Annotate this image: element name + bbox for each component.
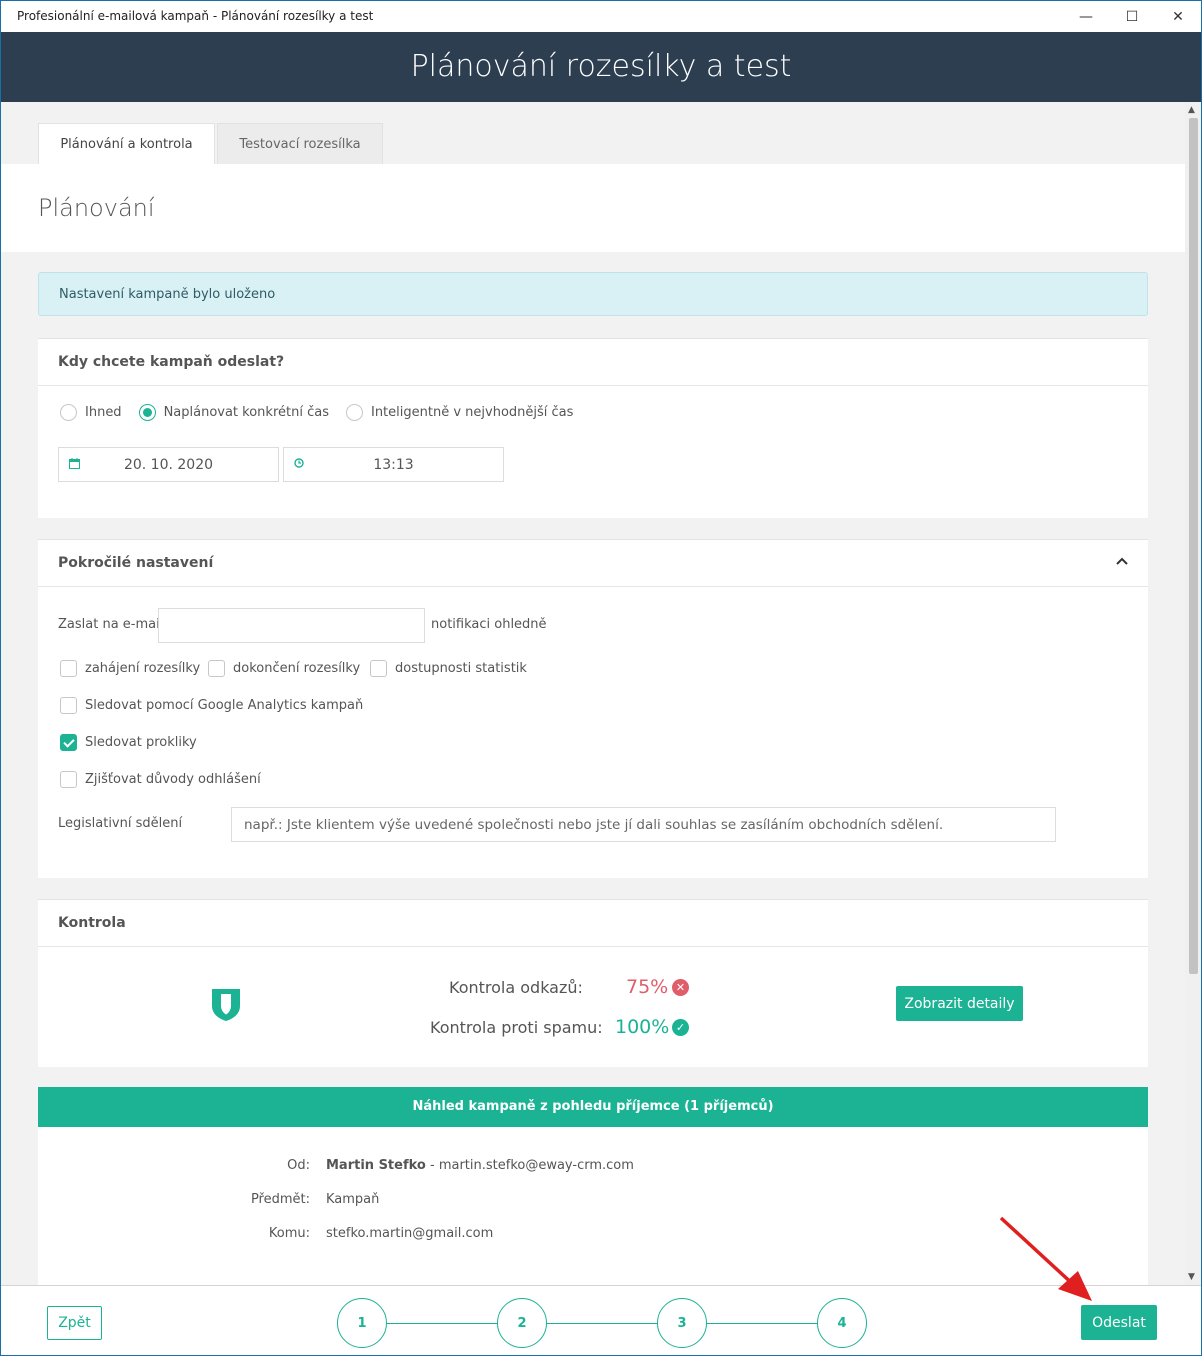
radio-smart-time-label: Inteligentně v nejvhodnější čas <box>370 405 574 420</box>
checkbox-google-analytics[interactable]: Sledovat pomocí Google Analytics kampaň <box>60 697 363 714</box>
legal-notice-input[interactable]: např.: Jste klientem výše uvedené společ… <box>231 807 1056 842</box>
checkbox-unsub-reasons-box[interactable] <box>60 771 77 788</box>
radio-specific-time-label: Naplánovat konkrétní čas <box>163 405 329 420</box>
radio-smart-time[interactable]: Inteligentně v nejvhodnější čas <box>345 404 574 421</box>
advanced-heading-label: Pokročilé nastavení <box>58 555 214 571</box>
checkbox-unsub-reasons-label: Zjišťovat důvody odhlášení <box>85 772 261 787</box>
radio-immediately[interactable]: Ihned <box>60 404 122 421</box>
advanced-heading[interactable]: Pokročilé nastavení <box>38 540 1148 587</box>
error-icon: ✕ <box>672 979 689 996</box>
date-input[interactable]: 20. 10. 2020 <box>58 447 279 482</box>
from-value: Martin Stefko - martin.stefko@eway-crm.c… <box>326 1158 634 1173</box>
radio-smart-time-circle[interactable] <box>345 404 363 421</box>
checkbox-track-clicks-label: Sledovat prokliky <box>85 735 197 750</box>
checkbox-stats-available-box[interactable] <box>370 660 387 677</box>
link-check-label: Kontrola odkazů: <box>449 978 583 997</box>
step-connector <box>546 1323 658 1324</box>
step-1[interactable]: 1 <box>337 1298 387 1348</box>
page-heading-area: Plánování <box>1 164 1185 252</box>
radio-specific-time[interactable]: Naplánovat konkrétní čas <box>138 404 329 421</box>
tab-test-send[interactable]: Testovací rozesílka <box>217 123 383 164</box>
header-title: Plánování rozesílky a test <box>410 49 792 84</box>
vertical-scrollbar[interactable]: ▲ ▼ <box>1185 102 1201 1285</box>
back-button[interactable]: Zpět <box>47 1306 102 1340</box>
link-check-value: 75% <box>626 976 669 998</box>
checkbox-send-start-label: zahájení rozesílky <box>85 661 201 676</box>
step-connector <box>706 1323 818 1324</box>
step-3[interactable]: 3 <box>657 1298 707 1348</box>
legal-notice-label: Legislativní sdělení <box>58 816 183 831</box>
check-heading: Kontrola <box>38 900 1148 947</box>
time-input[interactable]: 13:13 <box>283 447 504 482</box>
spam-check-label: Kontrola proti spamu: <box>430 1018 603 1037</box>
step-4[interactable]: 4 <box>817 1298 867 1348</box>
send-button[interactable]: Odeslat <box>1081 1305 1157 1340</box>
preview-panel: Od: Martin Stefko - martin.stefko@eway-c… <box>38 1127 1148 1285</box>
checkbox-send-finish[interactable]: dokončení rozesílky <box>208 660 360 677</box>
checkbox-unsub-reasons[interactable]: Zjišťovat důvody odhlášení <box>60 771 261 788</box>
schedule-options: Ihned Naplánovat konkrétní čas Inteligen… <box>60 404 590 421</box>
checkbox-google-analytics-box[interactable] <box>60 697 77 714</box>
window-title: Profesionální e-mailová kampaň - Plánová… <box>17 9 374 23</box>
step-2[interactable]: 2 <box>497 1298 547 1348</box>
check-panel: Kontrola Kontrola odkazů: 75% ✕ Kontrola… <box>38 899 1148 1067</box>
from-email: - martin.stefko@eway-crm.com <box>425 1158 634 1173</box>
close-button[interactable]: ✕ <box>1155 1 1201 32</box>
date-value: 20. 10. 2020 <box>123 457 214 473</box>
shield-icon <box>211 988 241 1026</box>
check-circle-icon: ✓ <box>672 1019 689 1036</box>
main-content: Plánování a kontrola Testovací rozesílka… <box>1 102 1185 1285</box>
schedule-heading: Kdy chcete kampaň odeslat? <box>38 339 1148 386</box>
scrollbar-thumb[interactable] <box>1189 118 1198 974</box>
email-prefix-label: Zaslat na e-mail <box>58 617 164 632</box>
minimize-button[interactable]: — <box>1063 1 1109 32</box>
checkbox-track-clicks-box[interactable] <box>60 734 77 751</box>
from-name: Martin Stefko <box>326 1158 426 1173</box>
app-window: Profesionální e-mailová kampaň - Plánová… <box>0 0 1202 1356</box>
preview-heading: Náhled kampaně z pohledu příjemce (1 pří… <box>38 1087 1148 1127</box>
radio-immediately-circle[interactable] <box>60 404 77 421</box>
to-label: Komu: <box>268 1226 310 1241</box>
scroll-up-icon[interactable]: ▲ <box>1188 105 1195 115</box>
checkbox-track-clicks[interactable]: Sledovat prokliky <box>60 734 197 751</box>
show-details-button[interactable]: Zobrazit detaily <box>896 986 1023 1021</box>
checkbox-google-analytics-label: Sledovat pomocí Google Analytics kampaň <box>85 698 364 713</box>
tab-bar: Plánování a kontrola Testovací rozesílka <box>1 102 1185 164</box>
from-label: Od: <box>287 1158 310 1173</box>
checkbox-send-finish-label: dokončení rozesílky <box>233 661 361 676</box>
subject-value: Kampaň <box>326 1192 380 1207</box>
checkbox-send-finish-box[interactable] <box>208 660 225 677</box>
step-connector <box>386 1323 498 1324</box>
spam-check-value: 100% <box>615 1016 670 1038</box>
annotation-arrow <box>999 1216 1092 1301</box>
notification-email-input[interactable] <box>158 608 425 643</box>
scroll-down-icon[interactable]: ▼ <box>1188 1272 1195 1282</box>
saved-alert: Nastavení kampaně bylo uloženo <box>38 272 1148 316</box>
title-bar: Profesionální e-mailová kampaň - Plánová… <box>1 1 1201 32</box>
time-value: 13:13 <box>373 457 414 473</box>
tab-planning-and-check[interactable]: Plánování a kontrola <box>38 123 215 164</box>
maximize-button[interactable]: ☐ <box>1109 1 1155 32</box>
advanced-panel: Pokročilé nastavení Zaslat na e-mail not… <box>38 539 1148 878</box>
page-title: Plánování <box>38 194 155 222</box>
email-suffix-label: notifikaci ohledně <box>431 617 547 632</box>
subject-label: Předmět: <box>250 1192 310 1207</box>
radio-specific-time-circle[interactable] <box>138 404 156 421</box>
schedule-panel: Kdy chcete kampaň odeslat? Ihned Napláno… <box>38 338 1148 518</box>
checkbox-stats-available[interactable]: dostupnosti statistik <box>370 660 527 677</box>
checkbox-send-start[interactable]: zahájení rozesílky <box>60 660 200 677</box>
checkbox-stats-available-label: dostupnosti statistik <box>395 661 527 676</box>
to-value: stefko.martin@gmail.com <box>326 1226 494 1241</box>
radio-immediately-label: Ihned <box>85 405 122 420</box>
page-header: Plánování rozesílky a test <box>1 32 1201 102</box>
checkbox-send-start-box[interactable] <box>60 660 77 677</box>
chevron-up-icon[interactable] <box>1116 554 1128 569</box>
